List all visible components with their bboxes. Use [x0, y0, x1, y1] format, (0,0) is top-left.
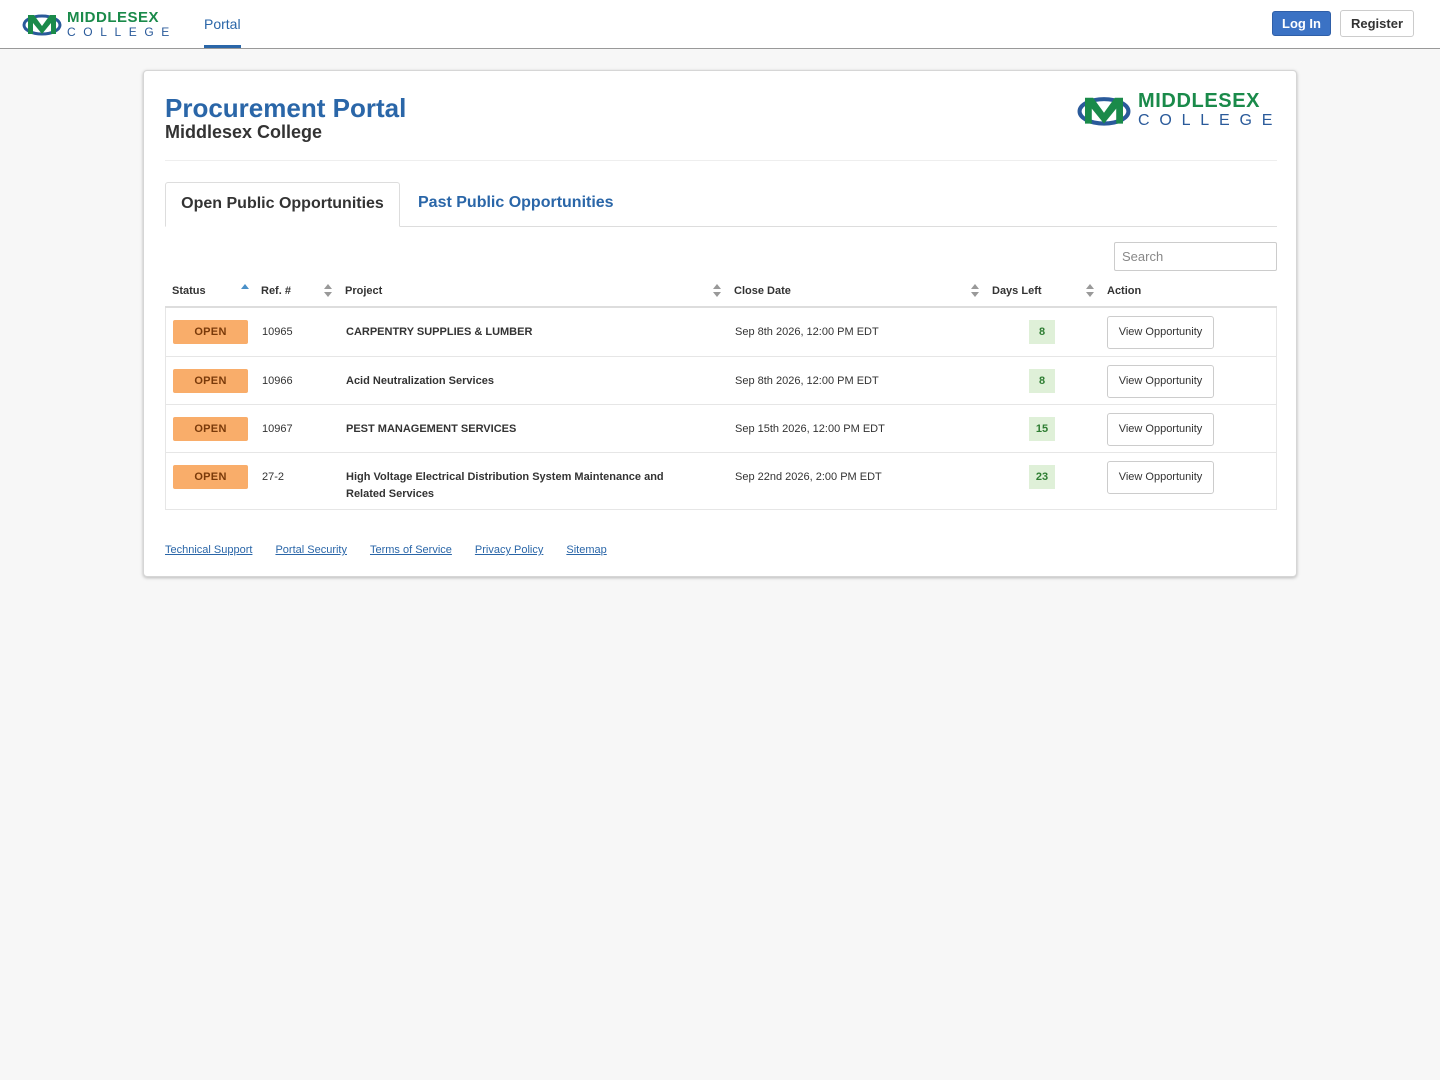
college-logo-icon: [22, 14, 62, 36]
days-left-badge: 15: [1029, 417, 1055, 441]
top-navbar: MIDDLESEX COLLEGE Portal Log In Register: [0, 0, 1440, 49]
portal-card: Procurement Portal Middlesex College MID…: [143, 70, 1297, 577]
header-logo[interactable]: MIDDLESEX COLLEGE: [22, 10, 177, 38]
table-body: OPEN 10965 CARPENTRY SUPPLIES & LUMBER S…: [165, 308, 1277, 510]
column-header-action: Action: [1107, 285, 1142, 297]
view-opportunity-button[interactable]: View Opportunity: [1107, 365, 1214, 398]
college-logo-icon: [1077, 97, 1131, 126]
column-header-project[interactable]: Project: [345, 276, 382, 306]
tab-open-opportunities[interactable]: Open Public Opportunities: [165, 182, 400, 227]
sort-asc-icon[interactable]: [241, 284, 249, 298]
logo-text-line1: MIDDLESEX: [1138, 90, 1261, 112]
days-left-badge: 8: [1029, 369, 1055, 393]
column-header-days-left[interactable]: Days Left: [992, 276, 1042, 306]
header-divider: [165, 160, 1277, 161]
table-row: OPEN 10965 CARPENTRY SUPPLIES & LUMBER S…: [166, 308, 1276, 356]
page-title: Procurement Portal: [165, 93, 407, 123]
close-date: Sep 8th 2026, 12:00 PM EDT: [735, 326, 879, 338]
logo-text-line2: COLLEGE: [67, 25, 177, 39]
login-button[interactable]: Log In: [1272, 11, 1331, 36]
status-badge: OPEN: [173, 369, 248, 393]
footer-link-terms-of-service[interactable]: Terms of Service: [370, 544, 452, 556]
search-input[interactable]: [1114, 242, 1277, 271]
sort-icon[interactable]: [713, 284, 721, 298]
register-button[interactable]: Register: [1340, 10, 1414, 37]
project-name: PEST MANAGEMENT SERVICES: [346, 423, 517, 435]
close-date: Sep 15th 2026, 12:00 PM EDT: [735, 423, 885, 435]
opportunities-table: Status Ref. # Project Close Date Days Le…: [165, 276, 1277, 510]
ref-number: 27-2: [262, 471, 285, 483]
view-opportunity-button[interactable]: View Opportunity: [1107, 461, 1214, 494]
nav-tab-portal[interactable]: Portal: [204, 0, 241, 48]
logo-text-line1: MIDDLESEX: [67, 9, 160, 26]
column-header-ref[interactable]: Ref. #: [261, 276, 291, 306]
ref-number: 10965: [262, 326, 293, 338]
tab-past-opportunities[interactable]: Past Public Opportunities: [418, 182, 614, 226]
footer-link-portal-security[interactable]: Portal Security: [275, 544, 347, 556]
table-row: OPEN 10966 Acid Neutralization Services …: [166, 356, 1276, 404]
card-logo: MIDDLESEX COLLEGE: [1076, 91, 1282, 129]
status-badge: OPEN: [173, 320, 248, 344]
status-badge: OPEN: [173, 417, 248, 441]
status-badge: OPEN: [173, 465, 248, 489]
table-row: OPEN 27-2 High Voltage Electrical Distri…: [166, 452, 1276, 509]
ref-number: 10966: [262, 375, 293, 387]
ref-number: 10967: [262, 423, 293, 435]
close-date: Sep 8th 2026, 12:00 PM EDT: [735, 375, 879, 387]
table-header: Status Ref. # Project Close Date Days Le…: [165, 276, 1277, 308]
column-header-status[interactable]: Status: [172, 276, 206, 306]
sort-icon[interactable]: [971, 284, 979, 298]
view-opportunity-button[interactable]: View Opportunity: [1107, 316, 1214, 349]
project-name: High Voltage Electrical Distribution Sys…: [346, 471, 664, 500]
sort-icon[interactable]: [1086, 284, 1094, 298]
sort-icon[interactable]: [324, 284, 332, 298]
logo-text-line2: COLLEGE: [1138, 112, 1283, 129]
table-row: OPEN 10967 PEST MANAGEMENT SERVICES Sep …: [166, 404, 1276, 452]
footer-links: Technical Support Portal Security Terms …: [165, 544, 630, 556]
project-name: Acid Neutralization Services: [346, 375, 494, 387]
close-date: Sep 22nd 2026, 2:00 PM EDT: [735, 471, 882, 483]
days-left-badge: 23: [1029, 465, 1055, 489]
days-left-badge: 8: [1029, 320, 1055, 344]
footer-link-privacy-policy[interactable]: Privacy Policy: [475, 544, 543, 556]
column-header-close-date[interactable]: Close Date: [734, 276, 791, 306]
project-name: CARPENTRY SUPPLIES & LUMBER: [346, 326, 533, 338]
view-opportunity-button[interactable]: View Opportunity: [1107, 413, 1214, 446]
footer-link-technical-support[interactable]: Technical Support: [165, 544, 252, 556]
footer-link-sitemap[interactable]: Sitemap: [566, 544, 606, 556]
page-subtitle: Middlesex College: [165, 122, 323, 142]
